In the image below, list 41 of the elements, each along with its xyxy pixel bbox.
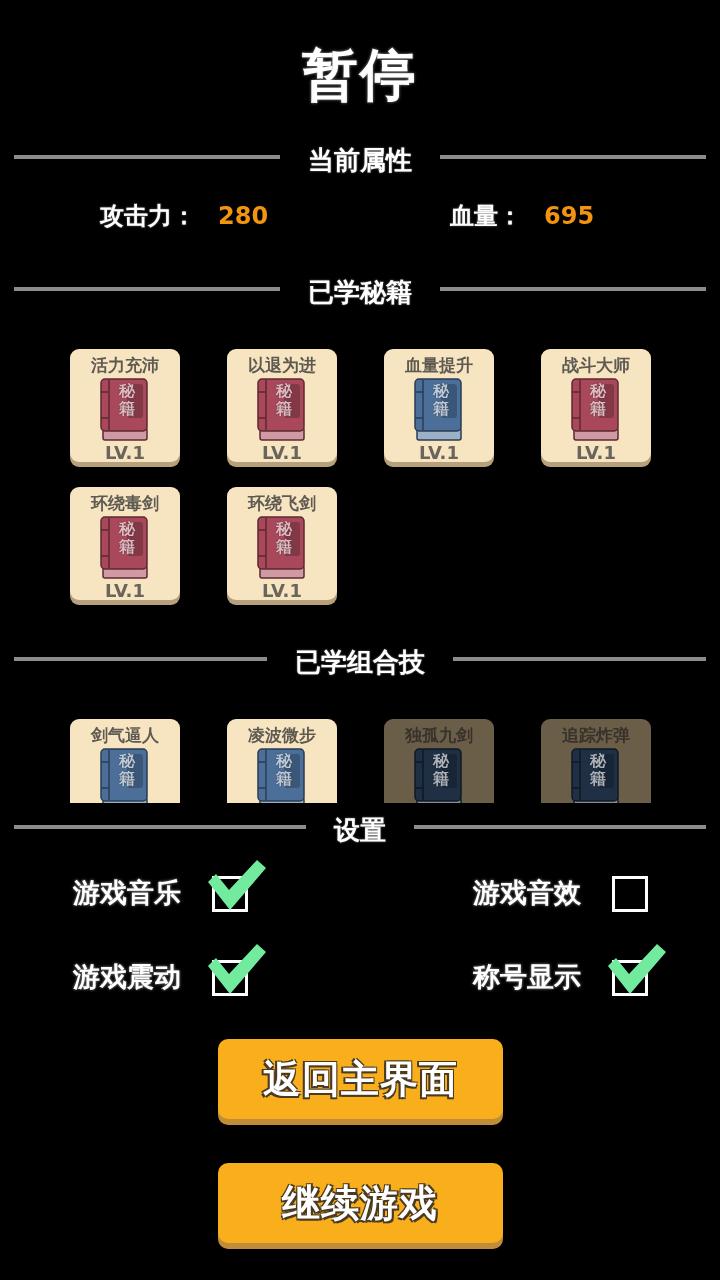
skill-name: 环绕毒剑: [91, 492, 159, 514]
checkbox[interactable]: [610, 874, 650, 914]
combo-name: 凌波微步: [248, 724, 316, 746]
skill-level: LV.1: [262, 443, 302, 463]
skill-level: LV.1: [105, 581, 145, 601]
book-cover-text: 秘籍: [590, 752, 606, 788]
skill-name: 战斗大师: [562, 354, 630, 376]
skill-name: 血量提升: [405, 354, 473, 376]
stat-value: 280: [218, 201, 269, 231]
book-cover-text: 秘籍: [119, 382, 135, 418]
book-cover-text: 秘籍: [590, 382, 606, 418]
book-cover-text: 秘籍: [276, 752, 292, 788]
skill-level: LV.1: [105, 443, 145, 463]
section-heading: 已学秘籍: [308, 277, 412, 307]
setting-label: 游戏音乐: [73, 876, 181, 910]
checkbox[interactable]: [208, 942, 266, 998]
section-heading: 当前属性: [308, 145, 412, 175]
section-heading: 设置: [334, 815, 386, 845]
stat-value: 695: [544, 201, 595, 231]
book-cover-text: 秘籍: [276, 520, 292, 556]
setting-label: 游戏震动: [73, 960, 181, 994]
section-heading: 已学组合技: [295, 647, 425, 677]
checkbox[interactable]: [208, 858, 266, 914]
stat-label: 血量：: [450, 201, 522, 231]
combo-name: 剑气逼人: [91, 724, 159, 746]
skill-name: 环绕飞剑: [248, 492, 316, 514]
skill-level: LV.1: [576, 443, 616, 463]
skill-name: 以退为进: [248, 354, 316, 376]
setting-label: 称号显示: [473, 960, 581, 994]
book-cover-text: 秘籍: [119, 752, 135, 788]
checkbox[interactable]: [608, 942, 666, 998]
pause-title: 暂停: [302, 43, 418, 107]
book-cover-text: 秘籍: [433, 752, 449, 788]
skill-name: 活力充沛: [91, 354, 159, 376]
setting-label: 游戏音效: [473, 876, 581, 910]
stat-label: 攻击力：: [100, 201, 196, 231]
book-cover-text: 秘籍: [433, 382, 449, 418]
book-cover-text: 秘籍: [119, 520, 135, 556]
skill-level: LV.1: [419, 443, 459, 463]
book-cover-text: 秘籍: [276, 382, 292, 418]
skill-level: LV.1: [262, 581, 302, 601]
